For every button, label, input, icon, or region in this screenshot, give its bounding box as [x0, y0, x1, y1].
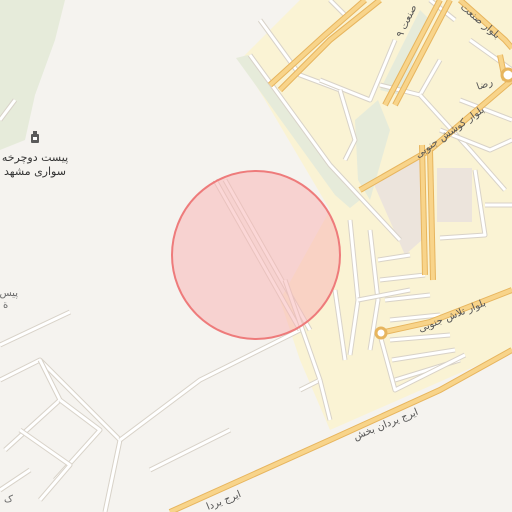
location-accuracy-circle[interactable]	[171, 170, 341, 340]
roundabout	[500, 67, 512, 83]
roundabout	[374, 326, 388, 340]
building-block	[437, 168, 472, 222]
poi-label-line1: پیست دوچرخه	[2, 151, 68, 164]
poi-label-line2: سواری مشهد	[4, 165, 66, 178]
poi-label-partial: پیس	[0, 288, 18, 299]
map-view[interactable]: پیست دوچرخه سواری مشهد پیس ة ک بلوار کوش…	[0, 0, 512, 512]
map-canvas[interactable]: پیست دوچرخه سواری مشهد پیس ة ک بلوار کوش…	[0, 0, 512, 512]
place-label-partial: ک	[4, 494, 13, 505]
poi-label-partial2: ة	[3, 300, 8, 311]
